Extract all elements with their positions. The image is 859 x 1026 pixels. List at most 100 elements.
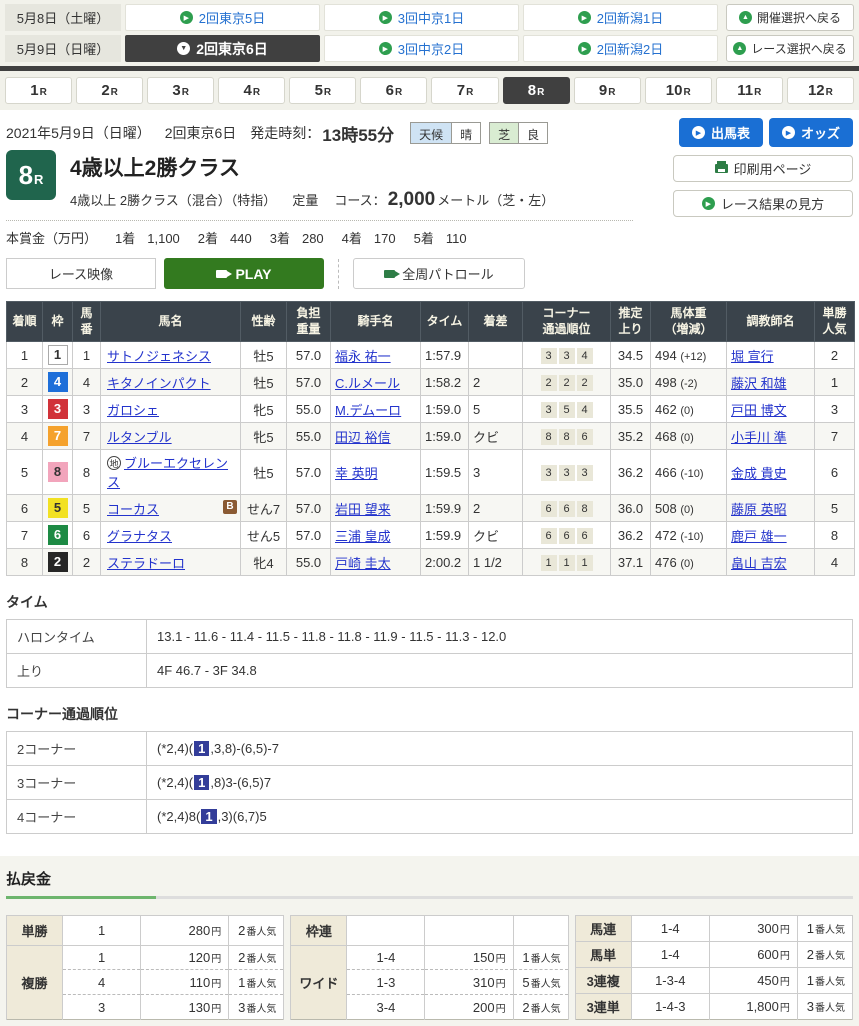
back-to-meeting-select-button[interactable]: ▲ 開催選択へ戻る	[726, 4, 854, 31]
column-header: 馬名	[101, 302, 241, 342]
horse-number: 4	[73, 369, 101, 396]
race-tab-9r[interactable]: 9R	[574, 77, 641, 104]
row-label: ハロンタイム	[7, 620, 147, 654]
date-label: 5月8日（土曜）	[5, 4, 121, 31]
trainer-link[interactable]: 堀 宣行	[731, 349, 774, 364]
race-tab-3r[interactable]: 3R	[147, 77, 214, 104]
back-button-label: 開催選択へ戻る	[757, 9, 841, 26]
corner-position-box: 3	[577, 465, 593, 481]
horse-name-link[interactable]: ガロシェ	[107, 403, 159, 418]
bet-type-label: 複勝	[7, 945, 63, 1020]
horse-number: 7	[73, 423, 101, 450]
trainer-cell: 畠山 吉宏	[727, 549, 815, 576]
start-time-label: 発走時刻：	[250, 123, 320, 143]
back-to-race-select-button[interactable]: ▲ レース選択へ戻る	[726, 35, 854, 62]
entry-table-button[interactable]: ▶ 出馬表	[679, 118, 763, 147]
race-number-badge: 8 R	[6, 150, 56, 200]
dashed-divider	[338, 259, 339, 289]
horse-name-link[interactable]: ステラドーロ	[107, 556, 185, 571]
trainer-link[interactable]: 藤原 英昭	[731, 502, 787, 517]
meeting-link[interactable]: ▶2回新潟1日	[523, 4, 718, 31]
column-header: 単勝人気	[815, 302, 855, 342]
popularity: 2番人気	[513, 995, 568, 1020]
race-tab-5r[interactable]: 5R	[289, 77, 356, 104]
jockey-link[interactable]: 戸崎 圭太	[335, 556, 391, 571]
meeting-link[interactable]: ▶2回新潟2日	[523, 35, 718, 62]
trainer-link[interactable]: 畠山 吉宏	[731, 556, 787, 571]
meeting-link-active[interactable]: ▼2回東京6日	[125, 35, 320, 62]
body-weight-diff: (0)	[680, 504, 693, 516]
jockey-link[interactable]: C.ルメール	[335, 376, 400, 391]
column-header: 馬番	[73, 302, 101, 342]
popularity: 1番人気	[513, 945, 568, 970]
patrol-label: 全周パトロール	[402, 264, 493, 283]
corner-position-box: 2	[559, 375, 575, 391]
frame-number-badge: 3	[48, 399, 68, 419]
odds-button[interactable]: ▶ オッズ	[769, 118, 853, 147]
race-tab-10r[interactable]: 10R	[645, 77, 712, 104]
horse-number: 5	[73, 495, 101, 522]
meeting-link-label: 2回新潟1日	[597, 8, 663, 27]
body-weight-diff: (-2)	[680, 378, 697, 390]
trainer-link[interactable]: 小手川 準	[731, 430, 787, 445]
row-label: 上り	[7, 654, 147, 688]
horse-name-link[interactable]: ブルーエクセレンス	[107, 456, 228, 490]
race-date: 2021年5月9日（日曜）	[6, 123, 151, 143]
frame-cell: 5	[43, 495, 73, 522]
trainer-link[interactable]: 藤沢 和雄	[731, 376, 787, 391]
popularity: 3番人気	[229, 995, 284, 1020]
jockey-link[interactable]: 三浦 皇成	[335, 529, 391, 544]
race-tab-1r[interactable]: 1R	[5, 77, 72, 104]
jockey-link[interactable]: M.デムーロ	[335, 403, 401, 418]
finish-time: 1:59.9	[421, 522, 469, 549]
prize-place: 4着	[342, 231, 362, 246]
horse-name-link[interactable]: キタノインパクト	[107, 376, 211, 391]
win-popularity: 4	[815, 549, 855, 576]
payout-amount	[425, 916, 513, 945]
trainer-link[interactable]: 金成 貴史	[731, 466, 787, 481]
entry-table-label: 出馬表	[711, 123, 750, 142]
payout-amount: 1,800円	[709, 994, 797, 1020]
meeting-link[interactable]: ▶3回中京1日	[324, 4, 519, 31]
jockey-link[interactable]: 田辺 裕信	[335, 430, 391, 445]
payout-amount: 310円	[425, 970, 513, 995]
jockey-link[interactable]: 幸 英明	[335, 466, 378, 481]
jockey-link[interactable]: 岩田 望来	[335, 502, 391, 517]
results-table: 着順枠馬番馬名性齢負担重量騎手名タイム着差コーナー通過順位推定上り馬体重（増減）…	[6, 301, 855, 576]
corner-position-box: 6	[559, 528, 575, 544]
body-weight-diff: (+12)	[680, 351, 706, 363]
race-tab-7r[interactable]: 7R	[431, 77, 498, 104]
margin: 2	[469, 369, 523, 396]
payout-amount: 110円	[141, 970, 229, 995]
horse-name-link[interactable]: グラナタス	[107, 529, 172, 544]
race-tab-12r[interactable]: 12R	[787, 77, 854, 104]
horse-name-link[interactable]: コーカス	[107, 502, 159, 517]
date-label: 5月9日（日曜）	[5, 35, 121, 62]
finish-position: 7	[7, 522, 43, 549]
winner-highlight: 1	[194, 741, 209, 756]
result-guide-label: レース結果の見方	[721, 194, 824, 213]
play-button[interactable]: PLAY	[164, 258, 324, 289]
trainer-link[interactable]: 戸田 博文	[731, 403, 787, 418]
horse-name-link[interactable]: サトノジェネシス	[107, 349, 211, 364]
race-tab-11r[interactable]: 11R	[716, 77, 783, 104]
jockey-link[interactable]: 福永 祐一	[335, 349, 391, 364]
horse-name-link[interactable]: ルタンブル	[107, 430, 172, 445]
race-tab-2r[interactable]: 2R	[76, 77, 143, 104]
prize-place: 2着	[198, 231, 218, 246]
video-camera-icon	[384, 270, 395, 278]
patrol-video-button[interactable]: 全周パトロール	[353, 258, 525, 289]
meeting-link[interactable]: ▶3回中京2日	[324, 35, 519, 62]
result-row: 111サトノジェネシス牡557.0福永 祐一1:57.933434.5494 (…	[7, 342, 855, 369]
meeting-link[interactable]: ▶2回東京5日	[125, 4, 320, 31]
frame-cell: 1	[43, 342, 73, 369]
race-tab-8r[interactable]: 8R	[503, 77, 570, 104]
prize-place: 5着	[414, 231, 434, 246]
print-page-button[interactable]: 印刷用ページ	[673, 155, 853, 182]
trainer-link[interactable]: 鹿戸 雄一	[731, 529, 787, 544]
race-tab-4r[interactable]: 4R	[218, 77, 285, 104]
finish-time: 1:58.2	[421, 369, 469, 396]
result-guide-button[interactable]: ▶ レース結果の見方	[673, 190, 853, 217]
race-tab-6r[interactable]: 6R	[360, 77, 427, 104]
column-header: 枠	[43, 302, 73, 342]
